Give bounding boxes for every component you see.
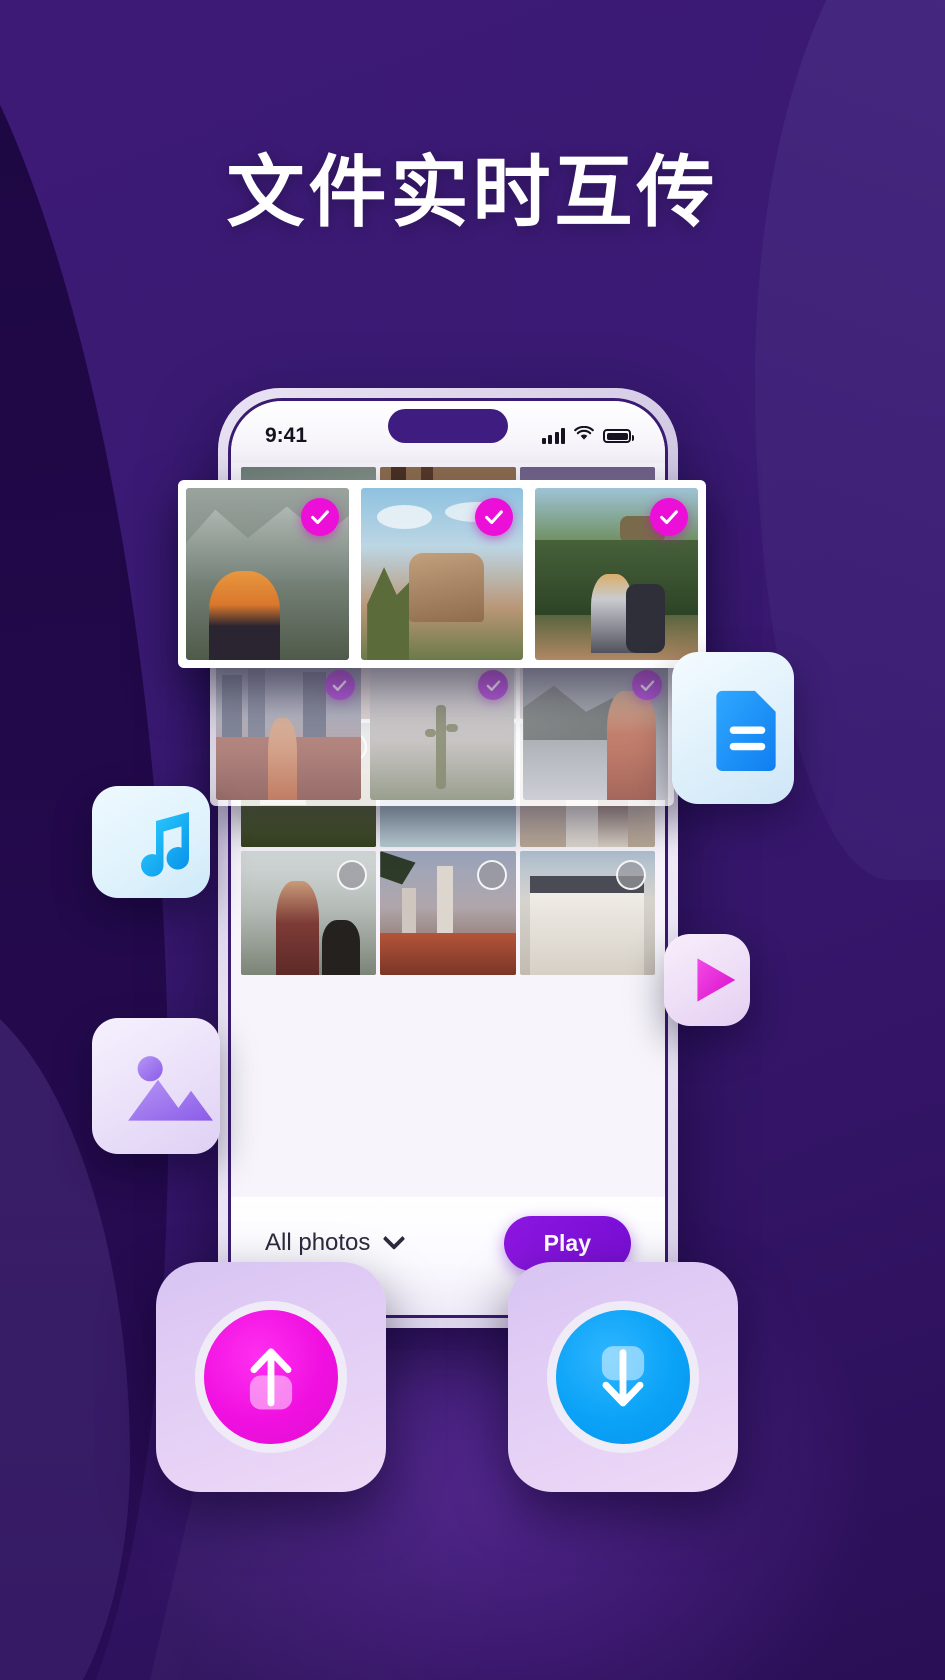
check-icon <box>310 510 329 525</box>
check-icon <box>660 510 678 525</box>
selected-photo-redhead-mountains[interactable] <box>186 488 349 660</box>
selection-check-badge[interactable] <box>478 670 509 700</box>
send-files-tile[interactable] <box>156 1262 386 1492</box>
selected-photo-desert-rock-formation[interactable] <box>360 488 524 660</box>
file-card-video[interactable] <box>664 934 750 1026</box>
music-note-icon <box>141 812 190 877</box>
page-title: 文件实时互传 <box>226 148 719 236</box>
all-photos-filter[interactable]: All photos <box>265 1227 406 1257</box>
selection-check-badge[interactable] <box>632 670 662 700</box>
grid-select-circle[interactable] <box>476 860 507 890</box>
file-card-document[interactable] <box>672 652 794 804</box>
selected-photo-city-street-woman[interactable] <box>216 664 361 800</box>
receive-files-tile[interactable] <box>508 1262 738 1492</box>
check-icon <box>640 679 654 691</box>
upload-arrow-icon <box>249 1348 293 1410</box>
status-bar: 9:41 <box>231 401 665 463</box>
grid-photo-white-palace[interactable] <box>519 851 655 975</box>
wifi-icon <box>574 425 594 446</box>
battery-full-icon <box>603 429 634 443</box>
selected-photo-photographer-lake[interactable] <box>523 664 668 800</box>
image-picture-icon <box>128 1056 213 1121</box>
grid-select-circle[interactable] <box>615 860 646 890</box>
status-icons <box>541 425 634 446</box>
selection-check-badge[interactable] <box>324 670 355 700</box>
file-card-music[interactable] <box>92 786 210 898</box>
play-triangle-icon <box>697 958 736 1002</box>
cellular-signal-icon <box>541 428 565 444</box>
status-time: 9:41 <box>265 424 308 447</box>
selected-photos-layer-top[interactable] <box>178 480 706 668</box>
document-file-icon <box>716 690 776 771</box>
check-icon <box>332 679 347 691</box>
grid-photo-man-with-dog[interactable] <box>241 851 377 975</box>
download-arrow-icon <box>601 1346 645 1407</box>
dynamic-island <box>388 409 508 443</box>
selected-photo-desert-cactus[interactable] <box>369 664 515 800</box>
selection-check-badge[interactable] <box>650 498 688 536</box>
selection-check-badge[interactable] <box>300 498 339 536</box>
receive-button-circle[interactable] <box>547 1301 699 1453</box>
selected-photo-couple-on-cliff[interactable] <box>535 488 698 660</box>
grid-photo-town-towers[interactable] <box>380 851 516 975</box>
all-photos-label: All photos <box>265 1229 371 1256</box>
check-icon <box>485 510 504 525</box>
send-button-circle[interactable] <box>195 1301 347 1453</box>
check-icon <box>486 679 501 691</box>
file-card-image[interactable] <box>92 1018 220 1154</box>
selected-photos-layer-middle[interactable] <box>210 658 674 806</box>
chevron-down-icon[interactable] <box>383 1227 406 1251</box>
